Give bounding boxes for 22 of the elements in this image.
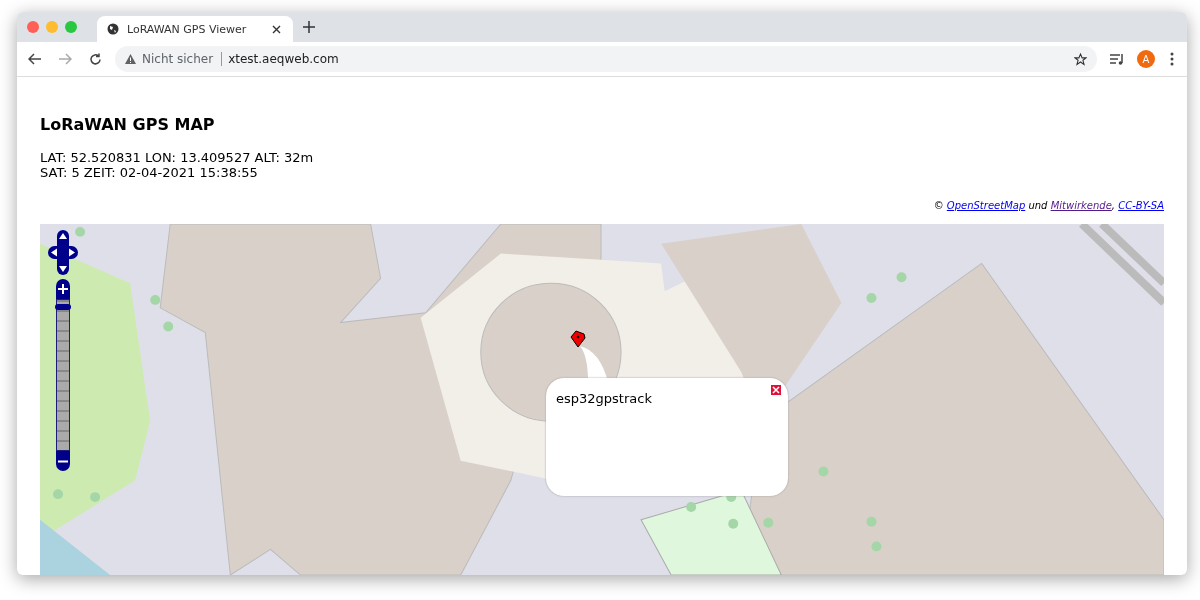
page-title: LoRaWAN GPS MAP <box>40 115 216 134</box>
address-bar[interactable]: Nicht sicher xtest.aeqweb.com <box>115 46 1097 72</box>
zoom-slider-thumb[interactable] <box>55 304 71 311</box>
attribution-link[interactable]: OpenStreetMap <box>946 200 1026 211</box>
attribution-link[interactable]: Mitwirkende <box>1050 200 1112 211</box>
attribution-link[interactable]: CC-BY-SA <box>1118 200 1164 211</box>
warning-icon <box>125 54 136 64</box>
zoom-out-icon[interactable] <box>56 451 70 471</box>
browser-tab[interactable]: LoRAWAN GPS Viewer <box>97 16 293 42</box>
security-label: Nicht sicher <box>142 52 223 66</box>
star-icon[interactable] <box>1074 52 1087 66</box>
zoom-in-icon[interactable] <box>56 279 70 299</box>
gps-readout: SAT: 5 ZEIT: 02-04-2021 15:38:55 <box>40 165 259 180</box>
globe-icon <box>107 23 119 35</box>
url-text: xtest.aeqweb.com <box>228 52 340 66</box>
pan-control-icon[interactable] <box>48 230 78 275</box>
location-marker-icon[interactable] <box>570 330 586 348</box>
map-attribution: © OpenStreetMap und Mitwirkende, CC-BY-SA <box>933 200 1164 211</box>
zoom-slider[interactable] <box>56 299 70 451</box>
gps-readout: LAT: 52.520831 LON: 13.409527 ALT: 32m <box>40 150 315 165</box>
popup-text: esp32gpstrack <box>556 391 652 406</box>
close-popup-icon[interactable] <box>770 384 782 396</box>
